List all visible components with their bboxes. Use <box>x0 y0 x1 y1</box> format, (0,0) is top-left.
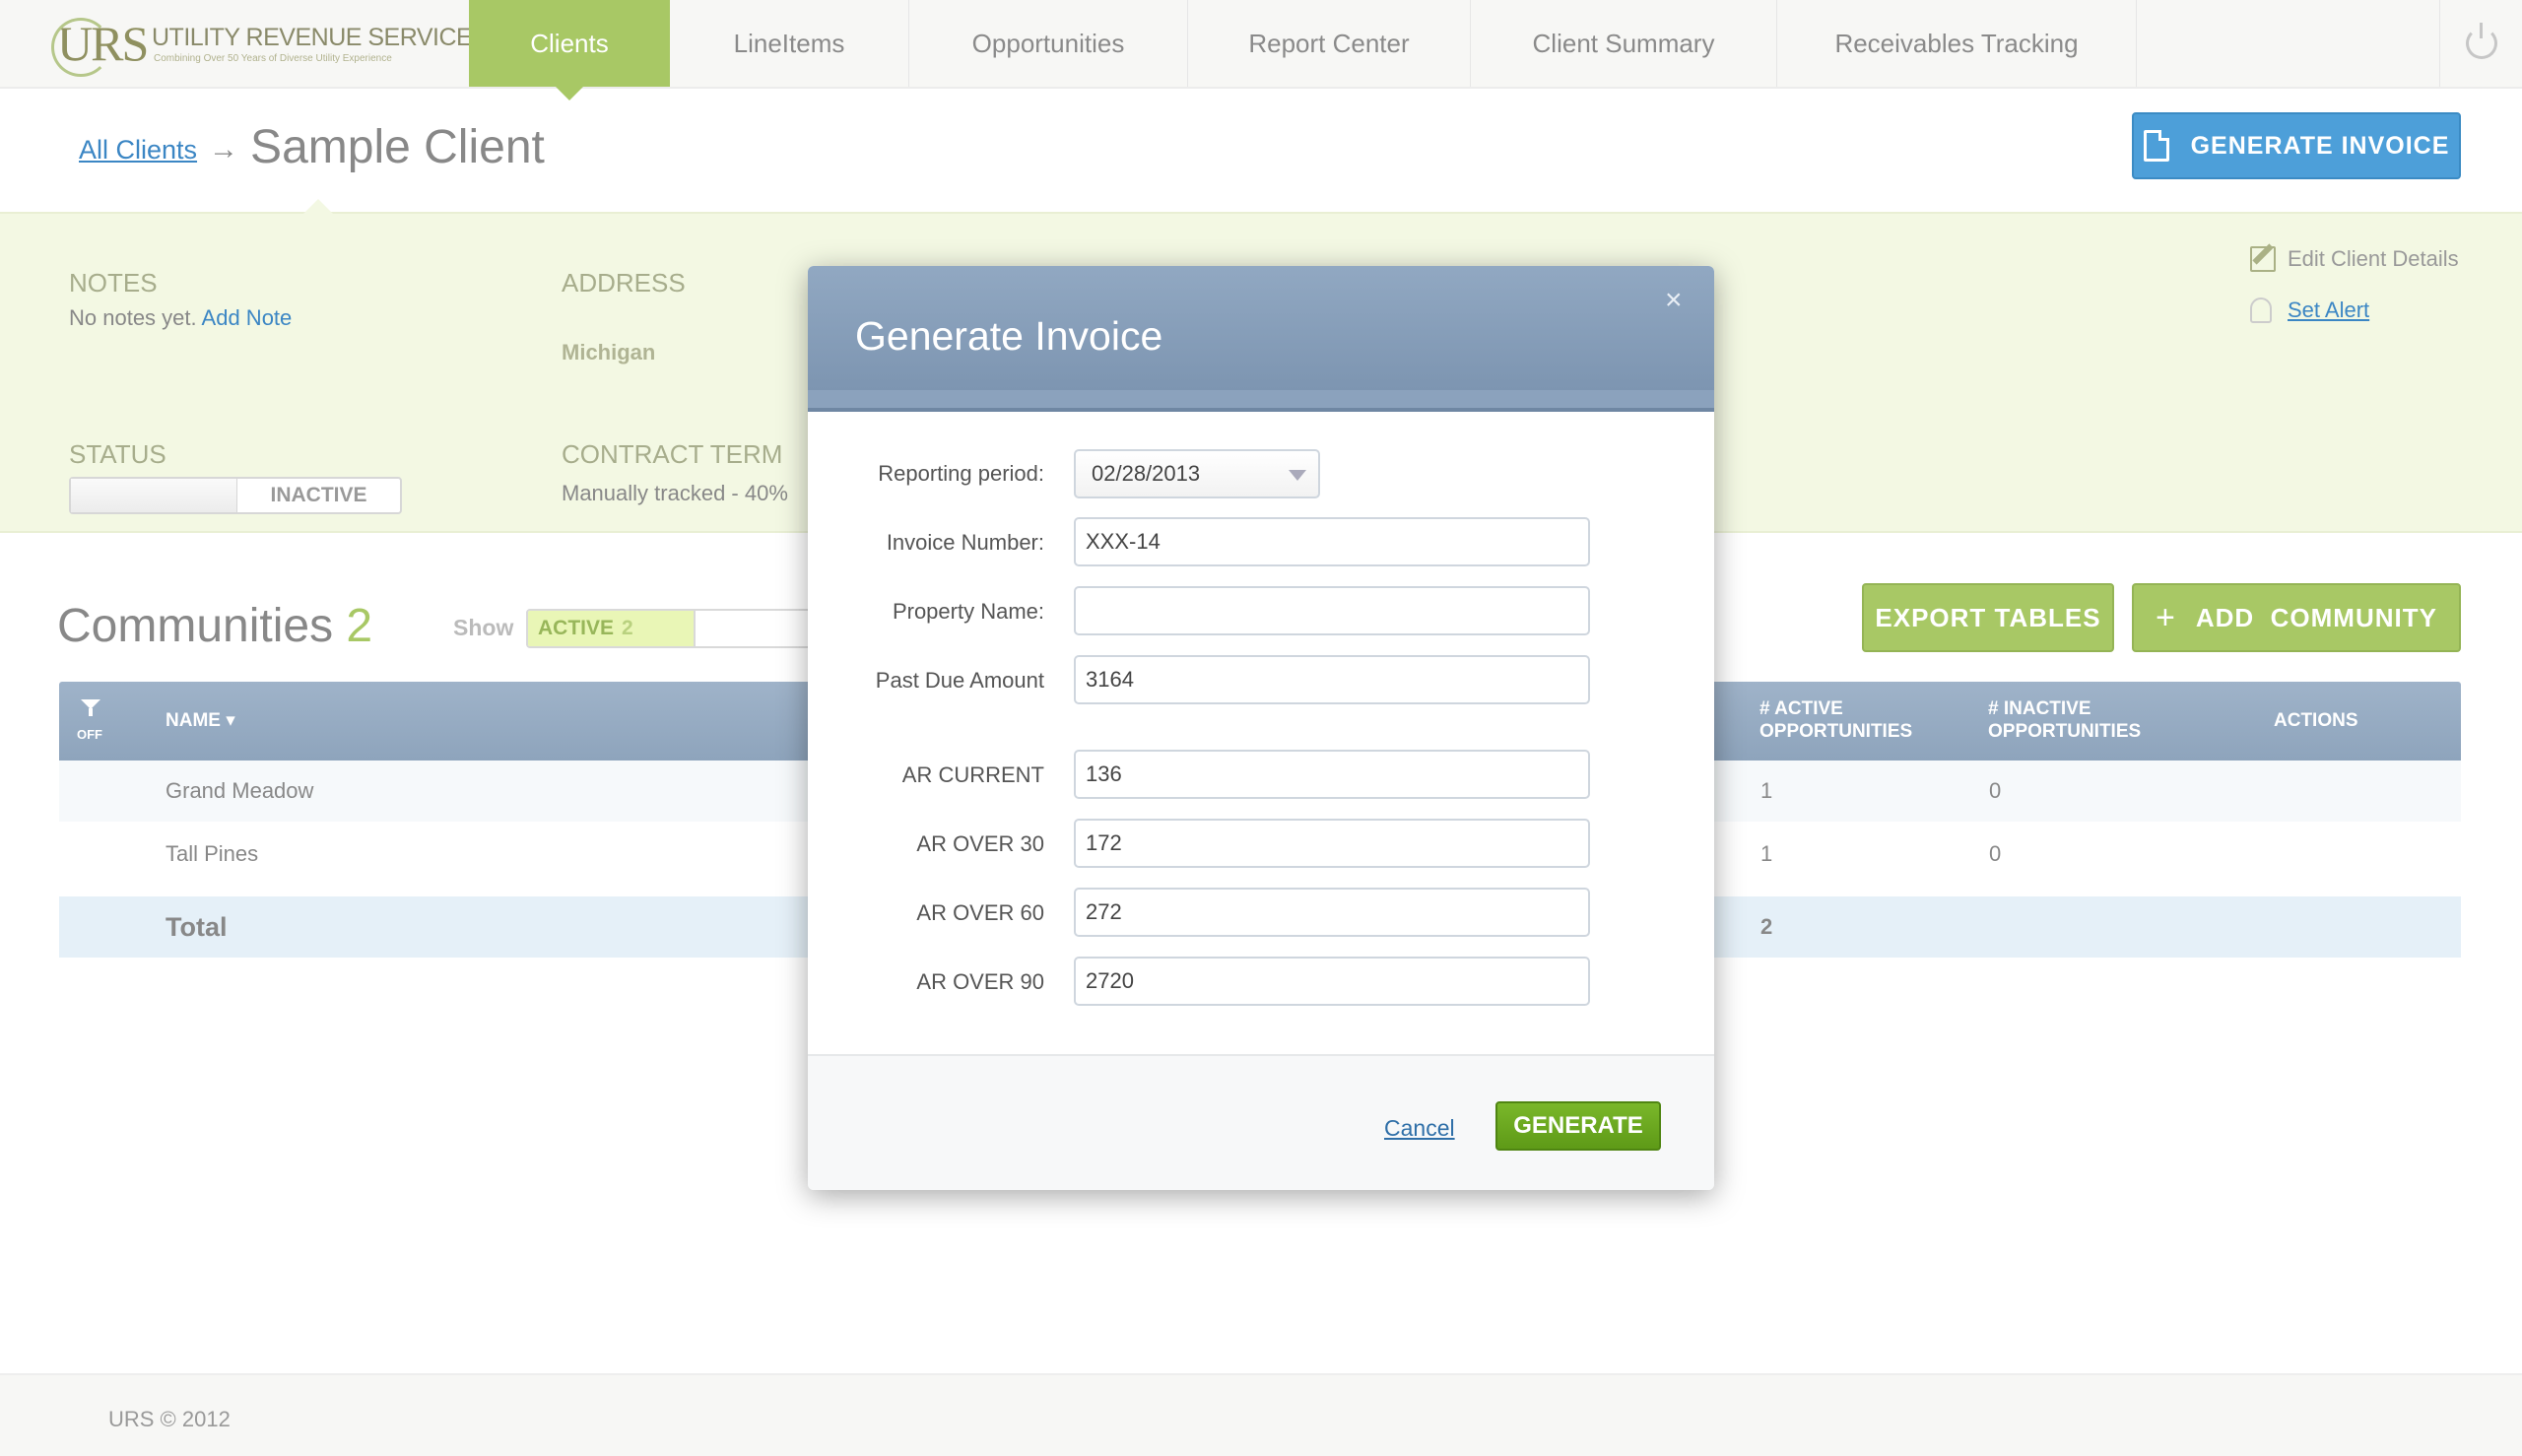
ar-over-30-input[interactable] <box>1074 819 1590 868</box>
nav-tab-report-center[interactable]: Report Center <box>1188 0 1471 87</box>
logo-mark: URS <box>51 14 149 77</box>
total-active-count: 2 <box>1760 914 1773 939</box>
invoice-number-label: Invoice Number: <box>886 530 1044 555</box>
contract-term-value: Manually tracked - 40% <box>562 481 788 505</box>
property-name-label: Property Name: <box>892 599 1044 624</box>
notes-label: NOTES <box>69 268 158 298</box>
status-toggle[interactable]: INACTIVE <box>69 477 402 514</box>
inactive-opportunities-count: 0 <box>1989 841 2002 866</box>
generate-invoice-label: GENERATE INVOICE <box>2190 131 2450 160</box>
property-name-input[interactable] <box>1074 586 1590 635</box>
chevron-down-icon <box>1289 470 1306 481</box>
reporting-period-select[interactable]: 02/28/2013 <box>1074 449 1320 498</box>
nav-tab-lineitems[interactable]: LineItems <box>670 0 909 87</box>
ar-current-input[interactable] <box>1074 750 1590 799</box>
add-community-label: ADD COMMUNITY <box>2195 602 2437 632</box>
ar-over-60-input[interactable] <box>1074 888 1590 937</box>
edit-client-details-link[interactable]: Edit Client Details <box>2250 246 2459 272</box>
status-label: STATUS <box>69 439 166 469</box>
status-toggle-value: INACTIVE <box>270 484 367 506</box>
column-header-actions: ACTIONS <box>2274 710 2358 731</box>
ar-over-90-input[interactable] <box>1074 957 1590 1006</box>
breadcrumb: All Clients → Sample Client <box>79 120 545 174</box>
urs-logo[interactable]: URS UTILITY REVENUE SERVICES Combining O… <box>51 14 489 77</box>
top-navigation-bar: URS UTILITY REVENUE SERVICES Combining O… <box>0 0 2522 100</box>
active-opportunities-count: 1 <box>1760 778 1773 803</box>
plus-icon: + <box>2156 598 2176 636</box>
ar-over-60-label: AR OVER 60 <box>916 900 1044 925</box>
breadcrumb-arrow: → <box>209 133 239 165</box>
ar-over-90-label: AR OVER 90 <box>916 969 1044 994</box>
communities-count: 2 <box>346 600 373 652</box>
logout-button[interactable] <box>2439 0 2522 87</box>
show-filter-label: Show <box>453 615 514 640</box>
set-alert-link[interactable]: Set Alert <box>2250 298 2369 323</box>
reporting-period-label: Reporting period: <box>878 461 1044 486</box>
all-clients-link[interactable]: All Clients <box>79 135 197 165</box>
notes-text: No notes yet. Add Note <box>69 305 293 330</box>
dialog-footer: Cancel GENERATE <box>808 1054 1714 1190</box>
logo-tagline: Combining Over 50 Years of Diverse Utili… <box>154 53 392 64</box>
generate-invoice-dialog: Generate Invoice × Reporting period: 02/… <box>808 266 1714 1190</box>
add-note-link[interactable]: Add Note <box>202 305 293 330</box>
page-footer: URS © 2012 <box>0 1373 2522 1456</box>
bell-icon <box>2250 298 2272 323</box>
community-name[interactable]: Grand Meadow <box>166 761 313 822</box>
contract-term-label: CONTRACT TERM <box>562 439 783 469</box>
inactive-opportunities-count: 0 <box>1989 778 2002 803</box>
dialog-header: Generate Invoice × <box>808 266 1714 412</box>
nav-tab-receivables-tracking[interactable]: Receivables Tracking <box>1777 0 2137 87</box>
export-tables-button[interactable]: EXPORT TABLES <box>1862 583 2114 652</box>
show-active-toggle[interactable]: ACTIVE 2 <box>526 609 812 648</box>
generate-button[interactable]: GENERATE <box>1495 1101 1661 1151</box>
column-header-name[interactable]: NAME ▾ <box>166 709 235 732</box>
reporting-period-value: 02/28/2013 <box>1092 461 1201 486</box>
communities-title: Communities 2 <box>57 600 373 652</box>
set-alert-label: Set Alert <box>2288 298 2370 322</box>
column-header-active-opportunities[interactable]: # ACTIVE OPPORTUNITIES <box>1759 697 1912 743</box>
add-community-button[interactable]: + ADD COMMUNITY <box>2132 583 2461 652</box>
nav-tab-client-summary[interactable]: Client Summary <box>1471 0 1777 87</box>
generate-invoice-button[interactable]: GENERATE INVOICE <box>2132 112 2461 179</box>
past-due-amount-input[interactable] <box>1074 655 1590 704</box>
cancel-link[interactable]: Cancel <box>1384 1115 1455 1142</box>
page-title: Sample Client <box>250 121 545 173</box>
logo-company-name: UTILITY REVENUE SERVICES <box>152 24 489 51</box>
invoice-number-input[interactable] <box>1074 517 1590 566</box>
column-header-inactive-opportunities[interactable]: # INACTIVE OPPORTUNITIES <box>1988 697 2141 743</box>
close-icon[interactable]: × <box>1665 284 1683 317</box>
filter-icon <box>81 699 100 716</box>
community-name[interactable]: Tall Pines <box>166 824 258 885</box>
nav-tab-opportunities[interactable]: Opportunities <box>909 0 1188 87</box>
status-toggle-off <box>71 479 237 512</box>
document-icon <box>2143 130 2169 162</box>
show-active-option: ACTIVE 2 <box>528 611 696 646</box>
address-label: ADDRESS <box>562 268 686 298</box>
main-nav: Clients LineItems Opportunities Report C… <box>469 0 2137 100</box>
address-value: Michigan <box>562 340 656 364</box>
dialog-title: Generate Invoice <box>855 313 1163 359</box>
copyright-text: URS © 2012 <box>108 1407 231 1431</box>
pencil-icon <box>2250 246 2276 272</box>
ar-current-label: AR CURRENT <box>901 762 1044 787</box>
past-due-amount-label: Past Due Amount <box>875 668 1044 693</box>
edit-client-details-label: Edit Client Details <box>2288 246 2459 271</box>
power-icon <box>2466 23 2497 59</box>
ar-over-30-label: AR OVER 30 <box>916 831 1044 856</box>
total-label: Total <box>166 912 228 942</box>
filter-off-label: OFF <box>77 727 102 742</box>
active-opportunities-count: 1 <box>1760 841 1773 866</box>
nav-tab-clients[interactable]: Clients <box>469 0 670 100</box>
